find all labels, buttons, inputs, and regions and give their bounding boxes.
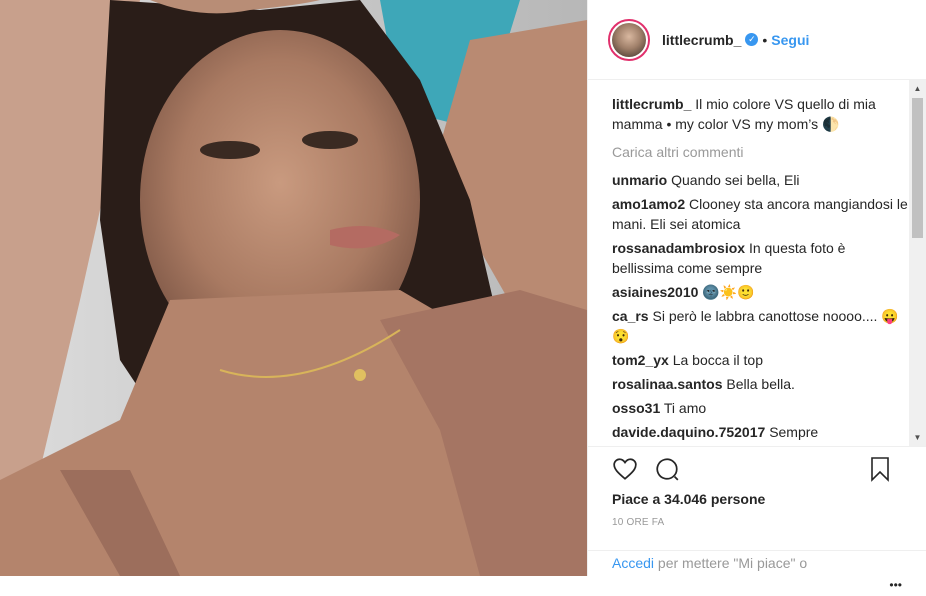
- comment: rosalinaa.santos Bella bella.: [612, 374, 908, 394]
- login-link[interactable]: Accedi: [612, 555, 654, 571]
- comment-text: Bella bella.: [726, 376, 795, 392]
- comments-list: littlecrumb_ Il mio colore VS quello di …: [588, 80, 908, 446]
- comment-user[interactable]: rossanadambrosiox: [612, 240, 745, 256]
- comment-user[interactable]: amo1amo2: [612, 196, 685, 212]
- follow-button[interactable]: Segui: [771, 32, 809, 48]
- login-prompt: Accedi per mettere "Mi piace" o •••: [588, 550, 926, 592]
- comment: unmario Quando sei bella, Eli: [612, 170, 908, 190]
- verified-badge-icon: ✓: [745, 33, 759, 46]
- comment-user[interactable]: davide.daquino.752017: [612, 424, 765, 440]
- caption: littlecrumb_ Il mio colore VS quello di …: [612, 94, 908, 134]
- post-photo[interactable]: [0, 0, 587, 576]
- login-prompt-text: per mettere "Mi piace" o: [654, 555, 808, 571]
- comment-text: La bocca il top: [672, 352, 763, 368]
- likes-count[interactable]: Piace a 34.046 persone: [612, 491, 910, 507]
- scroll-up-icon[interactable]: ▲: [909, 80, 926, 97]
- caption-user[interactable]: littlecrumb_: [612, 96, 691, 112]
- comment-user[interactable]: asiaines2010: [612, 284, 698, 300]
- more-icon[interactable]: •••: [889, 578, 902, 592]
- comment: osso31 Ti amo: [612, 398, 908, 418]
- comment-text: 🌚☀️🙂: [702, 284, 755, 300]
- comment: ca_rs Si però le labbra canottose noooo.…: [612, 306, 908, 346]
- comment-user[interactable]: rosalinaa.santos: [612, 376, 723, 392]
- comment-text: Ti amo: [663, 400, 707, 416]
- separator: •: [762, 31, 768, 48]
- comment-user[interactable]: osso31: [612, 400, 660, 416]
- avatar[interactable]: [608, 18, 650, 61]
- comment-text: Sempre: [769, 424, 819, 440]
- selfie-image: [0, 0, 587, 576]
- action-icons: [612, 447, 910, 491]
- comment-user[interactable]: ca_rs: [612, 308, 649, 324]
- scroll-thumb[interactable]: [912, 98, 923, 238]
- timestamp: 10 ORE FA: [612, 517, 665, 528]
- comments-scrollbar[interactable]: ▲ ▼: [909, 80, 926, 446]
- comment: asiaines2010 🌚☀️🙂: [612, 282, 908, 302]
- comment-user[interactable]: tom2_yx: [612, 352, 669, 368]
- comment-text: Si però le labbra canottose noooo.... 😛😯: [612, 308, 899, 344]
- comment: davide.daquino.752017 Sempre: [612, 422, 908, 442]
- comment: tom2_yx La bocca il top: [612, 350, 908, 370]
- comment-icon[interactable]: [654, 456, 680, 482]
- username[interactable]: littlecrumb_: [662, 32, 741, 48]
- comment-user[interactable]: unmario: [612, 172, 667, 188]
- bookmark-icon[interactable]: [868, 456, 894, 482]
- comment: amo1amo2 Clooney sta ancora mangiandosi …: [612, 194, 908, 234]
- post-sidebar: littlecrumb_ ✓ • Segui littlecrumb_ Il m…: [587, 0, 926, 592]
- heart-icon[interactable]: [612, 456, 638, 482]
- post-header: littlecrumb_ ✓ • Segui: [588, 0, 926, 80]
- load-more-comments[interactable]: Carica altri commenti: [612, 142, 908, 162]
- scroll-down-icon[interactable]: ▼: [909, 429, 926, 446]
- comment: rossanadambrosiox In questa foto è belli…: [612, 238, 908, 278]
- comment-text: Quando sei bella, Eli: [671, 172, 800, 188]
